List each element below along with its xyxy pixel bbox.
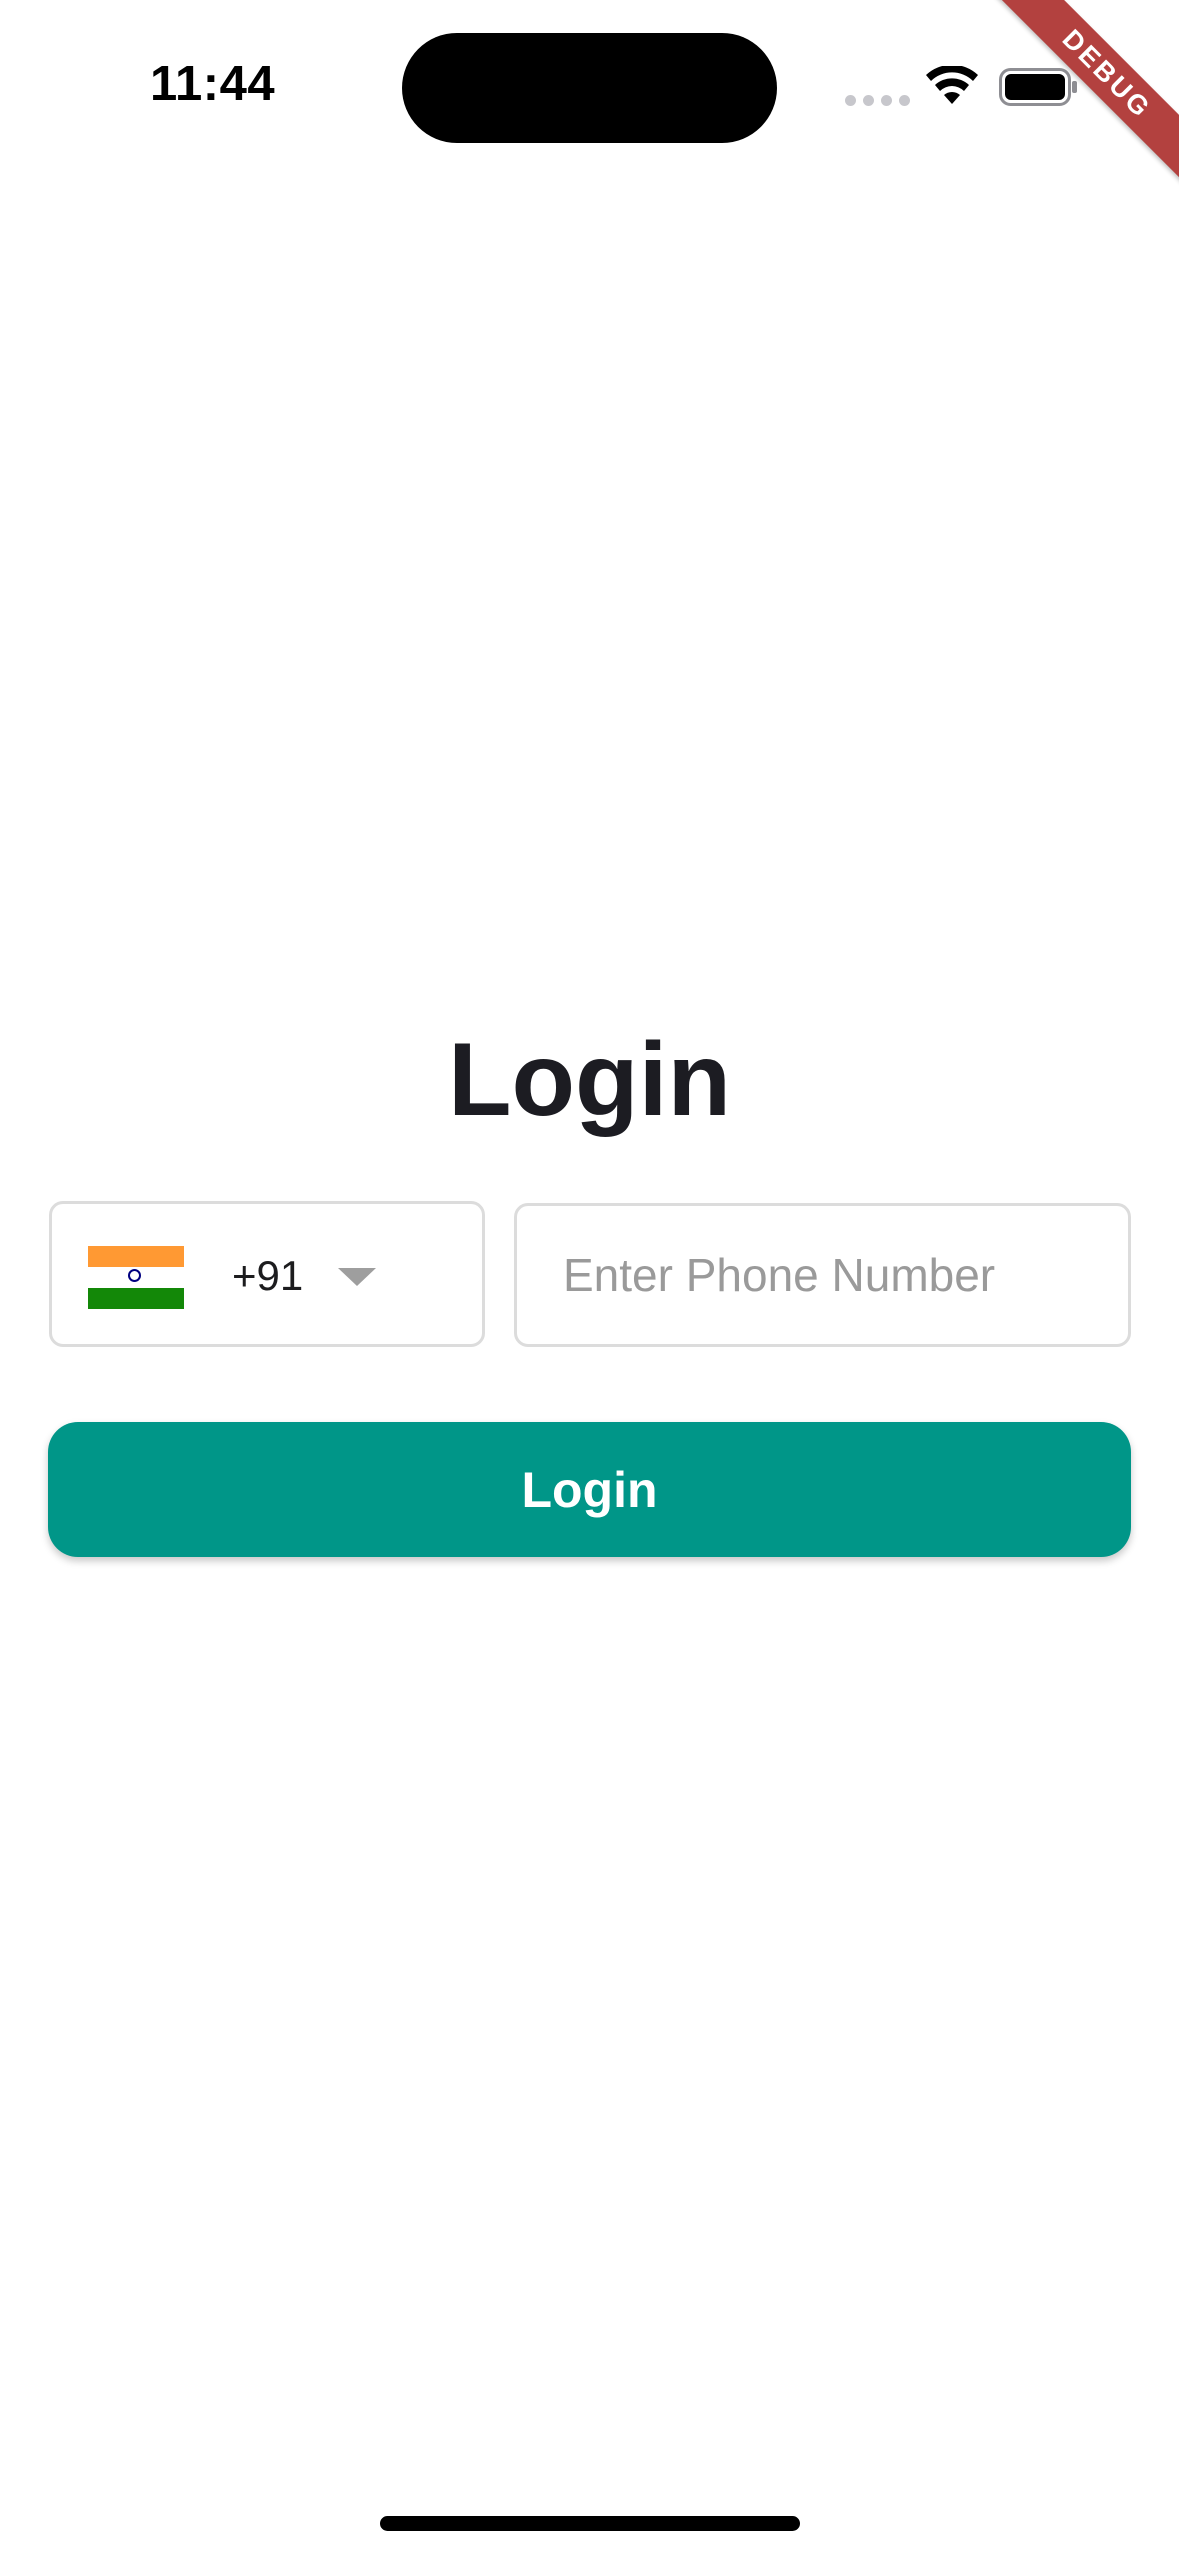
wifi-icon: [926, 66, 978, 104]
india-flag-icon: [88, 1246, 184, 1309]
chevron-down-icon: [338, 1268, 376, 1286]
country-code-picker[interactable]: +91: [49, 1201, 485, 1347]
dynamic-island: [402, 33, 777, 143]
status-time: 11:44: [150, 57, 276, 111]
login-button[interactable]: Login: [48, 1422, 1131, 1557]
battery-icon: [999, 68, 1077, 106]
cellular-signal-icon: [845, 95, 910, 106]
page-title: Login: [447, 1022, 731, 1138]
dial-code: +91: [232, 1252, 304, 1299]
phone-number-input[interactable]: [514, 1203, 1131, 1347]
home-indicator[interactable]: [380, 2516, 800, 2531]
